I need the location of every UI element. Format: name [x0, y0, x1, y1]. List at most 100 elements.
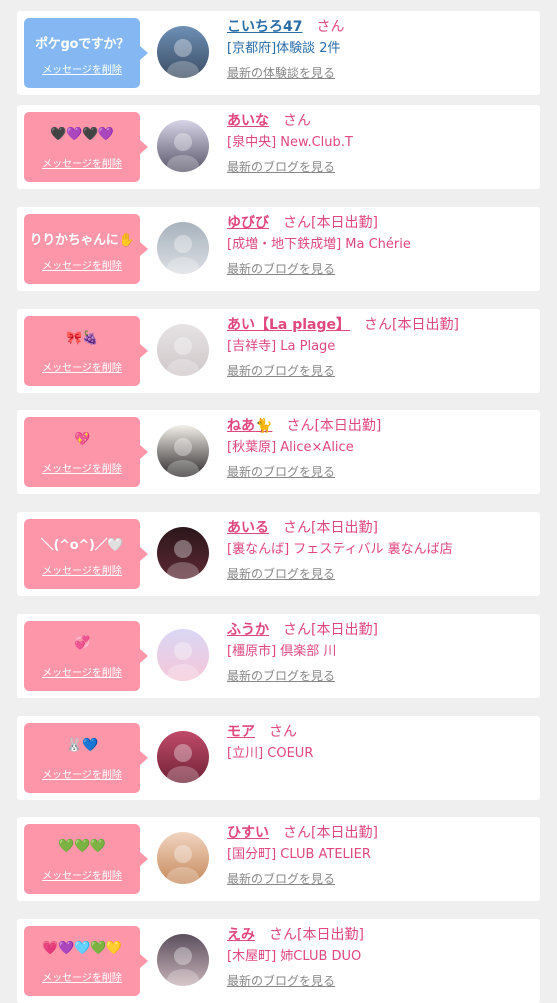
name-line: えみ さん[本日出勤]: [227, 925, 534, 945]
message-card: 🐰💙 メッセージを削除 モア さん [立川] COEUR: [17, 716, 540, 800]
profile-info: えみ さん[本日出勤] [木屋町] 姉CLUB DUO 最新のブログを見る: [227, 925, 534, 989]
honorific: さん: [283, 215, 311, 231]
delete-message-link[interactable]: メッセージを削除: [24, 61, 140, 76]
name-line: あいる さん[本日出勤]: [227, 518, 534, 538]
message-card: 💚💚💚 メッセージを削除 ひすい さん[本日出勤] [国分町] CLUB ATELIER…: [17, 817, 540, 901]
message-bubble: 💗💜🩵💚💛 メッセージを削除: [24, 926, 148, 996]
name-line: あいな さん: [227, 111, 534, 131]
honorific: さん: [283, 825, 311, 841]
message-bubble: 🖤💜🖤💜 メッセージを削除: [24, 112, 148, 182]
delete-message-link[interactable]: メッセージを削除: [24, 155, 140, 170]
avatar[interactable]: [157, 629, 209, 681]
message-text: 🖤💜🖤💜: [50, 127, 114, 142]
avatar[interactable]: [157, 120, 209, 172]
profile-info: モア さん [立川] COEUR: [227, 722, 534, 782]
message-card: 💖 メッセージを削除 ねあ🐈 さん[本日出勤] [秋葉原] Alice×Alice 最新の…: [17, 410, 540, 494]
delete-message-link[interactable]: メッセージを削除: [24, 562, 140, 577]
name-line: こいちろ47 さん: [227, 17, 534, 37]
message-card: 💗💜🩵💚💛 メッセージを削除 えみ さん[本日出勤] [木屋町] 姉CLUB DUO 最新…: [17, 919, 540, 1003]
profile-name-link[interactable]: モア: [227, 724, 255, 740]
latest-post-link[interactable]: 最新のブログを見る: [227, 261, 335, 277]
message-bubble: 💞 メッセージを削除: [24, 621, 148, 691]
avatar[interactable]: [157, 832, 209, 884]
delete-message-link[interactable]: メッセージを削除: [24, 969, 140, 984]
profile-name-link[interactable]: こいちろ47: [227, 19, 302, 35]
message-bubble: 💚💚💚 メッセージを削除: [24, 824, 148, 894]
message-card: 💞 メッセージを削除 ふうか さん[本日出勤] [橿原市] 倶楽部 川最新のブログを見る: [17, 614, 540, 698]
honorific: さん: [364, 317, 393, 333]
delete-message-link[interactable]: メッセージを削除: [24, 664, 140, 679]
shop-label: [国分町] CLUB ATELIER: [227, 847, 371, 862]
avatar[interactable]: [157, 222, 209, 274]
message-card: ポケgoですか？ メッセージを削除 こいちろ47 さん [京都府]体験談 2件 最新の体験…: [17, 11, 540, 95]
status-badge: [本日出勤]: [311, 622, 378, 638]
latest-post-link[interactable]: 最新の体験談を見る: [227, 65, 335, 81]
profile-info: ひすい さん[本日出勤] [国分町] CLUB ATELIER 最新のブログを見る: [227, 823, 534, 887]
profile-name-link[interactable]: あいな: [227, 113, 269, 129]
message-text: りりかちゃんに✋: [29, 233, 135, 248]
message-text: 💚💚💚: [58, 839, 106, 854]
avatar[interactable]: [157, 324, 209, 376]
message-text: 💞: [74, 636, 90, 651]
avatar[interactable]: [157, 934, 209, 986]
profile-info: あいる さん[本日出勤] [裏なんば] フェスティバル 裏なんば店 最新のブログを見る: [227, 518, 534, 582]
status-badge: [本日出勤]: [311, 215, 378, 231]
profile-name-link[interactable]: あいる: [227, 520, 269, 536]
status-badge: [本日出勤]: [392, 317, 459, 333]
latest-post-link[interactable]: 最新のブログを見る: [227, 363, 335, 379]
delete-message-link[interactable]: メッセージを削除: [24, 460, 140, 475]
status-badge: [本日出勤]: [297, 927, 364, 943]
delete-message-link[interactable]: メッセージを削除: [24, 257, 140, 272]
delete-message-link[interactable]: メッセージを削除: [24, 867, 140, 882]
status-badge: [本日出勤]: [311, 520, 378, 536]
avatar[interactable]: [157, 731, 209, 783]
avatar[interactable]: [157, 527, 209, 579]
message-card: ＼(^o^)／🤍 メッセージを削除 あいる さん[本日出勤] [裏なんば] フェスティバ…: [17, 512, 540, 596]
profile-name-link[interactable]: えみ: [227, 927, 255, 943]
delete-message-link[interactable]: メッセージを削除: [24, 359, 140, 374]
profile-name-link[interactable]: ふうか: [227, 622, 269, 638]
message-bubble: りりかちゃんに✋ メッセージを削除: [24, 214, 148, 284]
profile-name-link[interactable]: ねあ🐈: [227, 418, 272, 434]
message-text: ポケgoですか？: [35, 37, 129, 52]
latest-post-link[interactable]: 最新のブログを見る: [227, 159, 335, 175]
latest-post-link[interactable]: 最新のブログを見る: [227, 871, 335, 887]
latest-post-link[interactable]: 最新のブログを見る: [227, 668, 335, 684]
profile-name-link[interactable]: ひすい: [227, 825, 269, 841]
shop-label: [成増・地下鉄成増] Ma Chérie: [227, 237, 411, 252]
latest-post-link[interactable]: 最新のブログを見る: [227, 464, 335, 480]
latest-post-link[interactable]: 最新のブログを見る: [227, 973, 335, 989]
name-line: ゆびび さん[本日出勤]: [227, 213, 534, 233]
message-text: ＼(^o^)／🤍: [40, 538, 124, 553]
latest-post-link[interactable]: 最新のブログを見る: [227, 566, 335, 582]
message-bubble: 🐰💙 メッセージを削除: [24, 723, 148, 793]
shop-label: [立川] COEUR: [227, 746, 314, 761]
message-bubble: ＼(^o^)／🤍 メッセージを削除: [24, 519, 148, 589]
avatar[interactable]: [157, 26, 209, 78]
name-line: モア さん: [227, 722, 534, 742]
profile-info: あい【La plage】 さん[本日出勤] [吉祥寺] La Plage 最新のブログ…: [227, 315, 534, 379]
delete-message-link[interactable]: メッセージを削除: [24, 766, 140, 781]
avatar[interactable]: [157, 425, 209, 477]
honorific: さん: [269, 724, 297, 740]
message-bubble: 💖 メッセージを削除: [24, 417, 148, 487]
honorific: さん: [286, 418, 315, 434]
profile-info: こいちろ47 さん [京都府]体験談 2件 最新の体験談を見る: [227, 17, 534, 81]
profile-info: ゆびび さん[本日出勤] [成増・地下鉄成増] Ma Chérie 最新のブログを見る: [227, 213, 534, 277]
shop-label: [裏なんば] フェスティバル 裏なんば店: [227, 542, 453, 557]
message-text: 💖: [74, 432, 90, 447]
message-text: 💗💜🩵💚💛: [42, 941, 122, 956]
message-bubble: ポケgoですか？ メッセージを削除: [24, 18, 148, 88]
honorific: さん: [283, 520, 311, 536]
name-line: ねあ🐈 さん[本日出勤]: [227, 416, 534, 436]
honorific: さん: [283, 622, 311, 638]
shop-label: [木屋町] 姉CLUB DUO: [227, 949, 362, 964]
honorific: さん: [269, 927, 297, 943]
message-bubble: 🎀🍇 メッセージを削除: [24, 316, 148, 386]
shop-label: [橿原市] 倶楽部 川: [227, 644, 337, 659]
shop-label: [秋葉原] Alice×Alice: [227, 440, 354, 455]
profile-name-link[interactable]: ゆびび: [227, 215, 269, 231]
honorific: さん: [316, 19, 345, 35]
message-text: 🎀🍇: [66, 331, 98, 346]
profile-name-link[interactable]: あい【La plage】: [227, 317, 350, 333]
